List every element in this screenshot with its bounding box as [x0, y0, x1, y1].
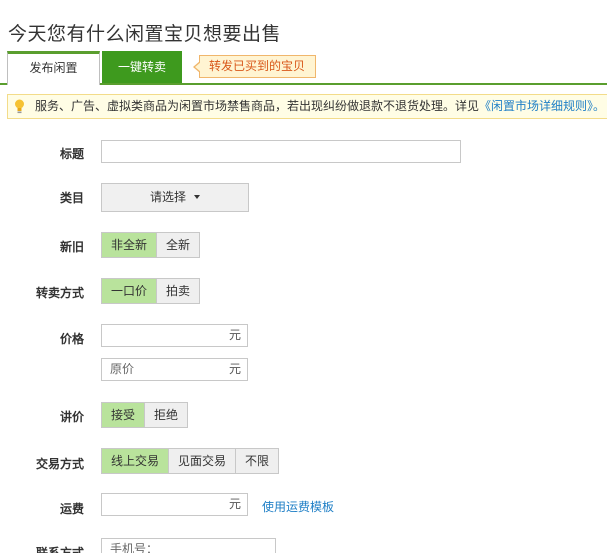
sale-method-label: 转卖方式: [35, 286, 84, 300]
notice-text: 服务、广告、虚拟类商品为闲置市场禁售商品，若出现纠纷做退款不退货处理。详见: [35, 99, 480, 113]
trade-method-toggle: 线上交易 见面交易 不限: [101, 448, 280, 474]
title-label: 标题: [59, 147, 84, 161]
page-title: 今天您有什么闲置宝贝想要出售: [8, 23, 282, 45]
resell-tip-callout: 转发已买到的宝贝: [192, 55, 317, 78]
sale-option-fixed-price[interactable]: 一口价: [102, 279, 157, 303]
sale-option-auction[interactable]: 拍卖: [156, 279, 200, 303]
condition-option-used[interactable]: 非全新: [102, 233, 157, 257]
bargain-option-accept[interactable]: 接受: [102, 403, 145, 427]
shipping-template-link[interactable]: 使用运费模板: [262, 498, 334, 515]
sale-method-toggle: 一口价 拍卖: [101, 278, 201, 304]
phone-placeholder: 手机号：: [110, 542, 159, 553]
price-unit: 元: [228, 328, 241, 342]
shipping-unit: 元: [228, 497, 241, 511]
tab-bar: 发布闲置 一键转卖 转发已买到的宝贝: [0, 51, 607, 85]
trade-option-online[interactable]: 线上交易: [102, 449, 169, 473]
condition-label: 新旧: [59, 240, 84, 254]
title-input[interactable]: [101, 140, 461, 163]
original-price-input[interactable]: 原价 元: [101, 358, 248, 381]
tab-publish-idle[interactable]: 发布闲置: [7, 51, 100, 85]
trade-option-in-person[interactable]: 见面交易: [168, 449, 236, 473]
original-price-placeholder: 原价: [110, 362, 135, 376]
condition-option-new[interactable]: 全新: [156, 233, 200, 257]
bargain-toggle: 接受 拒绝: [101, 402, 189, 428]
bargain-label: 讲价: [59, 410, 84, 424]
original-price-unit: 元: [228, 362, 241, 376]
price-label: 价格: [59, 332, 84, 346]
trade-method-label: 交易方式: [35, 457, 84, 471]
lightbulb-icon: [15, 99, 24, 114]
price-input[interactable]: 元: [101, 324, 248, 347]
bargain-option-reject[interactable]: 拒绝: [144, 403, 188, 427]
phone-input[interactable]: 手机号：: [101, 538, 276, 553]
contact-label: 联系方式: [35, 546, 84, 553]
condition-toggle: 非全新 全新: [101, 232, 201, 258]
rules-link[interactable]: 《闲置市场详细规则》。: [479, 99, 605, 113]
category-select[interactable]: 请选择: [101, 183, 249, 212]
shipping-label: 运费: [59, 502, 84, 516]
caret-down-icon: [194, 194, 200, 199]
category-select-label: 请选择: [149, 190, 186, 204]
trade-option-any[interactable]: 不限: [235, 449, 279, 473]
category-label: 类目: [59, 191, 84, 205]
notice-content: 服务、广告、虚拟类商品为闲置市场禁售商品，若出现纠纷做退款不退货处理。详见《闲置…: [35, 95, 605, 118]
tab-one-click-resell[interactable]: 一键转卖: [102, 51, 182, 83]
shipping-input[interactable]: 元: [101, 493, 248, 516]
notice-bar: 服务、广告、虚拟类商品为闲置市场禁售商品，若出现纠纷做退款不退货处理。详见《闲置…: [7, 94, 607, 119]
